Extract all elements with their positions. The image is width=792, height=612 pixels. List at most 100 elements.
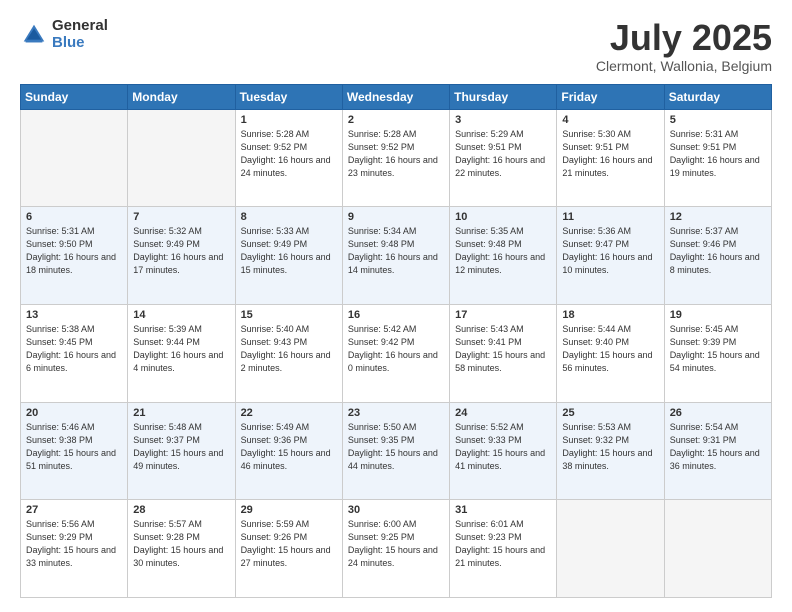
day-info: Sunrise: 5:28 AM Sunset: 9:52 PM Dayligh… — [348, 128, 444, 180]
day-number: 12 — [670, 211, 766, 223]
day-info: Sunrise: 5:39 AM Sunset: 9:44 PM Dayligh… — [133, 323, 229, 375]
day-info: Sunrise: 5:52 AM Sunset: 9:33 PM Dayligh… — [455, 421, 551, 473]
day-number: 4 — [562, 114, 658, 126]
table-row: 8Sunrise: 5:33 AM Sunset: 9:49 PM Daylig… — [235, 207, 342, 305]
table-row: 4 Sunrise: 5:30 AM Sunset: 9:51 PM Daylig… — [557, 109, 664, 207]
logo-text: General Blue — [52, 18, 108, 51]
day-number: 1 — [241, 114, 337, 126]
day-number: 31 — [455, 504, 551, 516]
day-info: Sunrise: 6:01 AM Sunset: 9:23 PM Dayligh… — [455, 518, 551, 570]
col-sunday: Sunday — [21, 84, 128, 109]
logo-blue-text: Blue — [52, 35, 108, 52]
day-number: 9 — [348, 211, 444, 223]
day-number: 23 — [348, 407, 444, 419]
day-info: Sunrise: 5:34 AM Sunset: 9:48 PM Dayligh… — [348, 225, 444, 277]
day-info: Sunrise: 5:54 AM Sunset: 9:31 PM Dayligh… — [670, 421, 766, 473]
table-row: 29Sunrise: 5:59 AM Sunset: 9:26 PM Dayli… — [235, 500, 342, 598]
table-row: 5 Sunrise: 5:31 AM Sunset: 9:51 PM Daylig… — [664, 109, 771, 207]
day-number: 15 — [241, 309, 337, 321]
month-title: July 2025 — [596, 18, 772, 58]
table-row: 13Sunrise: 5:38 AM Sunset: 9:45 PM Dayli… — [21, 304, 128, 402]
day-number: 25 — [562, 407, 658, 419]
col-tuesday: Tuesday — [235, 84, 342, 109]
day-number: 3 — [455, 114, 551, 126]
day-info: Sunrise: 5:30 AM Sunset: 9:51 PM Dayligh… — [562, 128, 658, 180]
day-number: 20 — [26, 407, 122, 419]
calendar-week-row: 6Sunrise: 5:31 AM Sunset: 9:50 PM Daylig… — [21, 207, 772, 305]
day-number: 28 — [133, 504, 229, 516]
day-number: 17 — [455, 309, 551, 321]
day-number: 16 — [348, 309, 444, 321]
title-block: July 2025 Clermont, Wallonia, Belgium — [596, 18, 772, 74]
day-number: 11 — [562, 211, 658, 223]
table-row: 6Sunrise: 5:31 AM Sunset: 9:50 PM Daylig… — [21, 207, 128, 305]
table-row — [664, 500, 771, 598]
calendar-week-row: 20 Sunrise: 5:46 AM Sunset: 9:38 PM Dayli… — [21, 402, 772, 500]
day-info: Sunrise: 5:46 AM Sunset: 9:38 PM Dayligh… — [26, 421, 122, 473]
day-info: Sunrise: 5:45 AM Sunset: 9:39 PM Dayligh… — [670, 323, 766, 375]
day-info: Sunrise: 5:56 AM Sunset: 9:29 PM Dayligh… — [26, 518, 122, 570]
day-info: Sunrise: 5:28 AM Sunset: 9:52 PM Dayligh… — [241, 128, 337, 180]
day-info: Sunrise: 5:53 AM Sunset: 9:32 PM Dayligh… — [562, 421, 658, 473]
day-number: 18 — [562, 309, 658, 321]
logo-general-text: General — [52, 18, 108, 35]
table-row: 27Sunrise: 5:56 AM Sunset: 9:29 PM Dayli… — [21, 500, 128, 598]
calendar-table: Sunday Monday Tuesday Wednesday Thursday… — [20, 84, 772, 598]
table-row: 7 Sunrise: 5:32 AM Sunset: 9:49 PM Daylig… — [128, 207, 235, 305]
day-number: 7 — [133, 211, 229, 223]
table-row — [21, 109, 128, 207]
table-row: 21Sunrise: 5:48 AM Sunset: 9:37 PM Dayli… — [128, 402, 235, 500]
calendar-week-row: 27Sunrise: 5:56 AM Sunset: 9:29 PM Dayli… — [21, 500, 772, 598]
day-info: Sunrise: 5:59 AM Sunset: 9:26 PM Dayligh… — [241, 518, 337, 570]
day-number: 6 — [26, 211, 122, 223]
table-row: 9 Sunrise: 5:34 AM Sunset: 9:48 PM Daylig… — [342, 207, 449, 305]
day-number: 26 — [670, 407, 766, 419]
table-row: 3 Sunrise: 5:29 AM Sunset: 9:51 PM Daylig… — [450, 109, 557, 207]
page: General Blue July 2025 Clermont, Walloni… — [0, 0, 792, 612]
table-row: 15 Sunrise: 5:40 AM Sunset: 9:43 PM Dayli… — [235, 304, 342, 402]
table-row: 17 Sunrise: 5:43 AM Sunset: 9:41 PM Dayli… — [450, 304, 557, 402]
day-number: 24 — [455, 407, 551, 419]
day-info: Sunrise: 5:38 AM Sunset: 9:45 PM Dayligh… — [26, 323, 122, 375]
calendar-header-row: Sunday Monday Tuesday Wednesday Thursday… — [21, 84, 772, 109]
day-number: 14 — [133, 309, 229, 321]
table-row: 14 Sunrise: 5:39 AM Sunset: 9:44 PM Dayli… — [128, 304, 235, 402]
day-info: Sunrise: 5:31 AM Sunset: 9:51 PM Dayligh… — [670, 128, 766, 180]
table-row: 10Sunrise: 5:35 AM Sunset: 9:48 PM Dayli… — [450, 207, 557, 305]
day-info: Sunrise: 5:40 AM Sunset: 9:43 PM Dayligh… — [241, 323, 337, 375]
col-monday: Monday — [128, 84, 235, 109]
day-number: 30 — [348, 504, 444, 516]
location: Clermont, Wallonia, Belgium — [596, 58, 772, 74]
day-info: Sunrise: 5:37 AM Sunset: 9:46 PM Dayligh… — [670, 225, 766, 277]
table-row: 31 Sunrise: 6:01 AM Sunset: 9:23 PM Dayli… — [450, 500, 557, 598]
day-number: 2 — [348, 114, 444, 126]
col-saturday: Saturday — [664, 84, 771, 109]
calendar-week-row: 13Sunrise: 5:38 AM Sunset: 9:45 PM Dayli… — [21, 304, 772, 402]
table-row: 20 Sunrise: 5:46 AM Sunset: 9:38 PM Dayli… — [21, 402, 128, 500]
day-info: Sunrise: 5:43 AM Sunset: 9:41 PM Dayligh… — [455, 323, 551, 375]
table-row: 12 Sunrise: 5:37 AM Sunset: 9:46 PM Dayli… — [664, 207, 771, 305]
day-number: 5 — [670, 114, 766, 126]
table-row — [128, 109, 235, 207]
day-info: Sunrise: 5:32 AM Sunset: 9:49 PM Dayligh… — [133, 225, 229, 277]
col-wednesday: Wednesday — [342, 84, 449, 109]
day-number: 8 — [241, 211, 337, 223]
table-row: 16Sunrise: 5:42 AM Sunset: 9:42 PM Dayli… — [342, 304, 449, 402]
table-row: 25 Sunrise: 5:53 AM Sunset: 9:32 PM Dayli… — [557, 402, 664, 500]
day-number: 19 — [670, 309, 766, 321]
day-info: Sunrise: 5:29 AM Sunset: 9:51 PM Dayligh… — [455, 128, 551, 180]
header: General Blue July 2025 Clermont, Walloni… — [20, 18, 772, 74]
table-row: 30 Sunrise: 6:00 AM Sunset: 9:25 PM Dayli… — [342, 500, 449, 598]
calendar-week-row: 1 Sunrise: 5:28 AM Sunset: 9:52 PM Daylig… — [21, 109, 772, 207]
logo-icon — [20, 21, 48, 49]
day-info: Sunrise: 5:49 AM Sunset: 9:36 PM Dayligh… — [241, 421, 337, 473]
day-info: Sunrise: 5:57 AM Sunset: 9:28 PM Dayligh… — [133, 518, 229, 570]
table-row: 2 Sunrise: 5:28 AM Sunset: 9:52 PM Daylig… — [342, 109, 449, 207]
table-row: 23Sunrise: 5:50 AM Sunset: 9:35 PM Dayli… — [342, 402, 449, 500]
table-row: 1 Sunrise: 5:28 AM Sunset: 9:52 PM Daylig… — [235, 109, 342, 207]
logo: General Blue — [20, 18, 108, 51]
table-row: 26 Sunrise: 5:54 AM Sunset: 9:31 PM Dayli… — [664, 402, 771, 500]
day-info: Sunrise: 5:36 AM Sunset: 9:47 PM Dayligh… — [562, 225, 658, 277]
table-row: 22Sunrise: 5:49 AM Sunset: 9:36 PM Dayli… — [235, 402, 342, 500]
day-info: Sunrise: 6:00 AM Sunset: 9:25 PM Dayligh… — [348, 518, 444, 570]
